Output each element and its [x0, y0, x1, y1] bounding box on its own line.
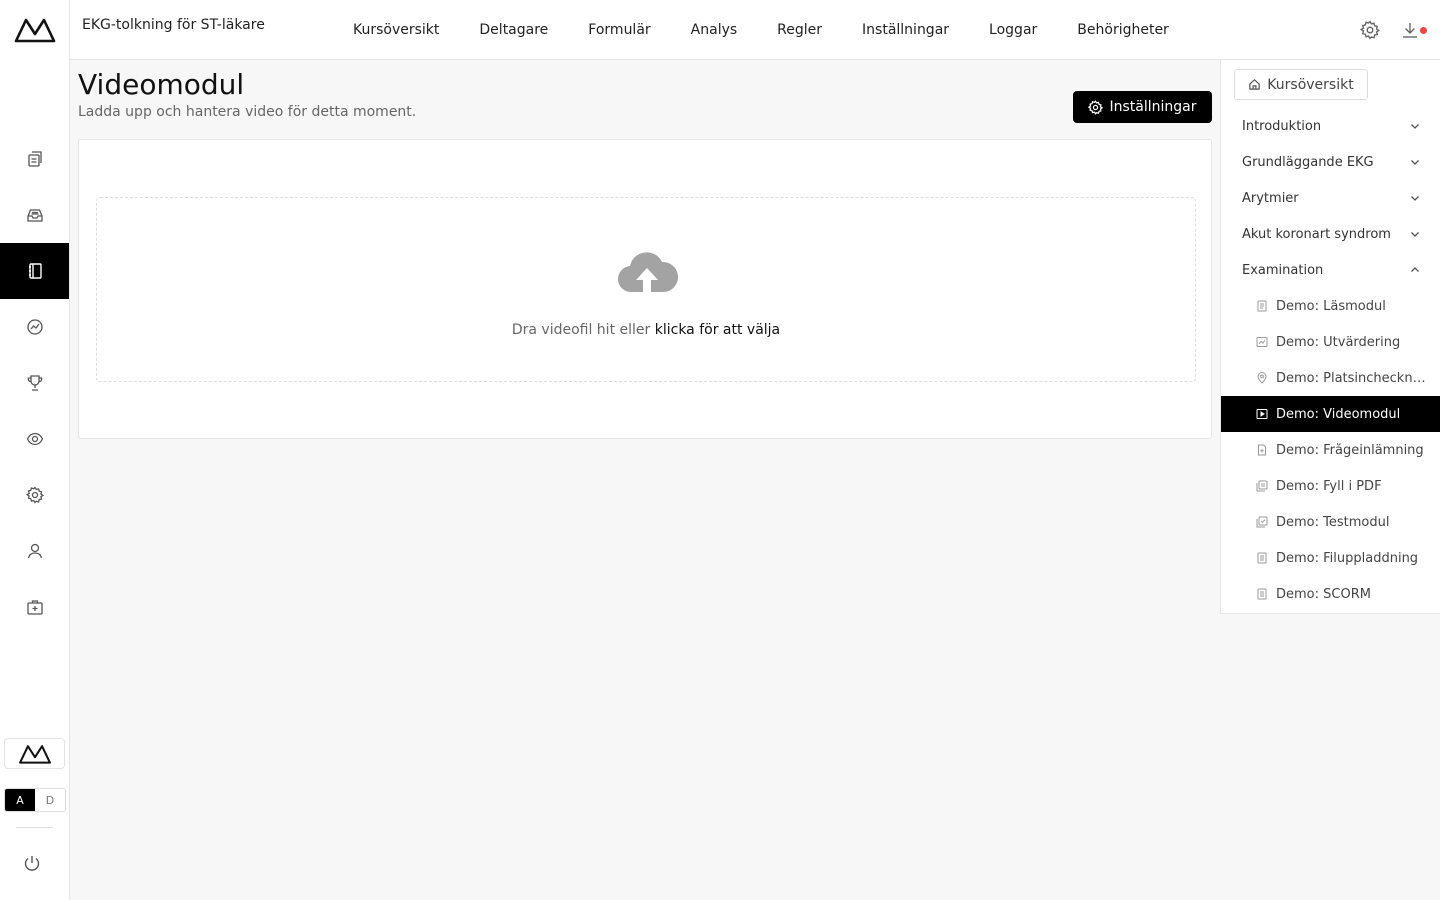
download-icon[interactable] — [1400, 20, 1420, 40]
documents-icon — [27, 151, 42, 167]
rail-item-documents[interactable] — [0, 131, 69, 187]
module-label: Demo: SCORM — [1276, 586, 1371, 602]
module-label: Demo: Utvärdering — [1276, 334, 1401, 350]
settings-button[interactable]: Inställningar — [1073, 91, 1212, 123]
rail-item-analytics[interactable] — [0, 299, 69, 355]
menu-item-overview[interactable]: Kursöversikt — [353, 22, 439, 38]
brand-logo[interactable] — [4, 738, 65, 769]
module-item[interactable]: Demo: Utvärdering — [1221, 324, 1440, 360]
location-pin-icon — [1257, 372, 1267, 384]
section-label: Examination — [1242, 262, 1324, 278]
section-examination[interactable]: Examination — [1221, 252, 1440, 288]
rail-divider — [16, 827, 53, 828]
chevron-down-icon — [1411, 232, 1419, 237]
module-label: Demo: Testmodul — [1276, 514, 1390, 530]
lang-option-a[interactable]: A — [5, 789, 35, 811]
left-rail: A D — [0, 0, 70, 900]
medical-kit-icon — [26, 600, 43, 615]
menu-item-rules[interactable]: Regler — [777, 22, 822, 38]
main-menu: Kursöversikt Deltagare Formulär Analys R… — [353, 0, 1209, 60]
module-item[interactable]: Demo: Frågeinlämning — [1221, 432, 1440, 468]
rail-item-inbox[interactable] — [0, 187, 69, 243]
chevron-down-icon — [1411, 160, 1419, 165]
analytics-icon — [26, 319, 43, 335]
pdf-icon — [1256, 480, 1268, 492]
menu-item-forms[interactable]: Formulär — [588, 22, 650, 38]
section-label: Akut koronart syndrom — [1242, 226, 1391, 242]
cloud-upload-icon — [618, 252, 678, 293]
notification-dot — [1420, 27, 1427, 34]
file-icon — [1257, 552, 1267, 564]
rail-item-users[interactable] — [0, 523, 69, 579]
file-icon — [1257, 588, 1267, 600]
module-label: Demo: Filuppladdning — [1276, 550, 1419, 566]
home-icon — [1249, 79, 1261, 90]
module-item[interactable]: Demo: Filuppladdning — [1221, 540, 1440, 576]
document-icon — [1257, 300, 1267, 312]
course-structure-panel: Kursöversikt Introduktion Grundläggande … — [1220, 60, 1440, 614]
notebook-icon — [28, 263, 42, 279]
course-title: EKG-tolkning för ST-läkare — [82, 17, 265, 33]
rail-item-notebook[interactable] — [0, 243, 69, 299]
section-basic-ecg[interactable]: Grundläggande EKG — [1221, 144, 1440, 180]
course-overview-label: Kursöversikt — [1267, 76, 1354, 93]
module-label: Demo: Videomodul — [1276, 406, 1401, 422]
test-icon — [1256, 516, 1268, 528]
page-subtitle: Ladda upp och hantera video för detta mo… — [78, 104, 417, 120]
user-icon — [27, 543, 42, 559]
video-dropzone[interactable]: Dra videofil hit eller klicka för att vä… — [96, 197, 1196, 382]
chevron-down-icon — [1411, 196, 1419, 201]
gear-icon — [1088, 99, 1104, 115]
lang-option-d[interactable]: D — [35, 789, 65, 811]
chart-icon — [1256, 337, 1268, 347]
module-label: Demo: Frågeinlämning — [1276, 442, 1424, 458]
module-label: Demo: Platsincheckning — [1276, 370, 1426, 386]
chevron-up-icon — [1411, 267, 1419, 272]
chevron-down-icon — [1411, 124, 1419, 129]
rail-item-trophy[interactable] — [0, 355, 69, 411]
module-item[interactable]: Demo: Läsmodul — [1221, 288, 1440, 324]
module-item[interactable]: Demo: Platsincheckning — [1221, 360, 1440, 396]
course-overview-button[interactable]: Kursöversikt — [1234, 69, 1368, 100]
menu-item-logs[interactable]: Loggar — [989, 22, 1037, 38]
dropzone-hint: Dra videofil hit eller — [511, 322, 655, 338]
power-icon[interactable] — [22, 854, 42, 874]
top-bar: EKG-tolkning för ST-läkare Kursöversikt … — [70, 0, 1440, 60]
section-arrhythmias[interactable]: Arytmier — [1221, 180, 1440, 216]
page-title: Videomodul — [78, 68, 245, 101]
menu-item-participants[interactable]: Deltagare — [479, 22, 548, 38]
menu-item-analysis[interactable]: Analys — [691, 22, 738, 38]
module-item[interactable]: Demo: Testmodul — [1221, 504, 1440, 540]
app-logo-icon[interactable] — [14, 16, 56, 44]
gear-icon[interactable] — [1360, 20, 1380, 40]
language-toggle: A D — [4, 788, 66, 812]
menu-item-permissions[interactable]: Behörigheter — [1077, 22, 1169, 38]
rail-item-preview[interactable] — [0, 411, 69, 467]
gear-icon — [25, 486, 44, 504]
dropzone-text: Dra videofil hit eller klicka för att vä… — [97, 322, 1195, 338]
settings-button-label: Inställningar — [1109, 99, 1197, 115]
section-label: Introduktion — [1242, 118, 1322, 134]
section-label: Arytmier — [1242, 190, 1299, 206]
module-item[interactable]: Demo: Fyll i PDF — [1221, 468, 1440, 504]
module-label: Demo: Läsmodul — [1276, 298, 1386, 314]
video-upload-card: Dra videofil hit eller klicka för att vä… — [78, 139, 1212, 439]
eye-icon — [26, 432, 43, 446]
module-label: Demo: Fyll i PDF — [1276, 478, 1382, 494]
dropzone-select-link[interactable]: klicka för att välja — [655, 322, 780, 338]
video-icon — [1256, 409, 1268, 419]
module-item-active[interactable]: Demo: Videomodul — [1221, 396, 1440, 432]
menu-item-settings[interactable]: Inställningar — [862, 22, 949, 38]
file-plus-icon — [1258, 444, 1266, 456]
inbox-icon — [26, 209, 43, 222]
rail-item-settings[interactable] — [0, 467, 69, 523]
section-acute-coronary[interactable]: Akut koronart syndrom — [1221, 216, 1440, 252]
section-label: Grundläggande EKG — [1242, 154, 1374, 170]
module-item[interactable]: Demo: SCORM — [1221, 576, 1440, 612]
section-introduction[interactable]: Introduktion — [1221, 108, 1440, 144]
trophy-icon — [27, 375, 42, 391]
brand-logo-icon — [18, 744, 51, 764]
rail-item-medical[interactable] — [0, 579, 69, 635]
